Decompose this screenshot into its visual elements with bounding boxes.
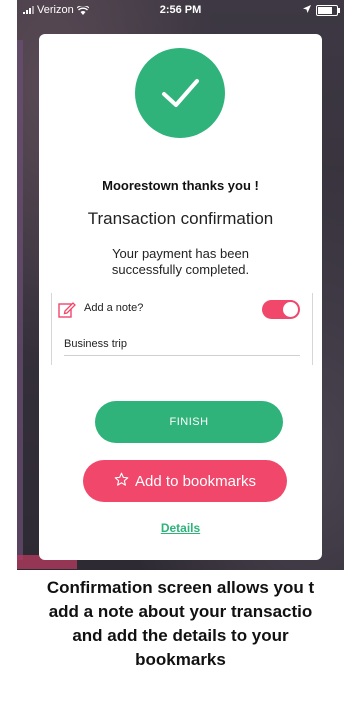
- confirmation-card: Moorestown thanks you ! Transaction conf…: [39, 34, 322, 560]
- caption-line-3: and add the details to your: [72, 626, 289, 645]
- status-right: [303, 4, 340, 16]
- edit-note-icon: [58, 301, 76, 323]
- note-label: Add a note?: [84, 302, 144, 314]
- caption-line-1: Confirmation screen allows you t: [46, 578, 315, 597]
- confirmation-message: Your payment has been successfully compl…: [111, 246, 250, 277]
- toggle-knob: [283, 302, 298, 317]
- note-section: Add a note?: [51, 293, 313, 365]
- note-input[interactable]: [64, 333, 300, 356]
- phone-screenshot: Verizon 2:56 PM Moorestown thanks you ! …: [17, 0, 344, 570]
- page-title: Transaction confirmation: [87, 209, 274, 228]
- caption-line-2: add a note about your transactio: [48, 602, 313, 621]
- bookmark-button-label: Add to bookmarks: [135, 472, 256, 490]
- finish-button[interactable]: FINISH: [95, 401, 283, 443]
- star-icon: [114, 472, 129, 491]
- thanks-text: Moorestown thanks you !: [102, 178, 259, 193]
- caption-line-4: bookmarks: [135, 650, 226, 669]
- caption: Confirmation screen allows you t add a n…: [0, 576, 361, 672]
- details-link[interactable]: Details: [39, 521, 322, 535]
- status-bar: Verizon 2:56 PM: [17, 0, 344, 20]
- note-toggle[interactable]: [262, 300, 300, 319]
- add-to-bookmarks-button[interactable]: Add to bookmarks: [83, 460, 287, 502]
- battery-icon: [316, 4, 340, 16]
- location-arrow-icon: [303, 4, 311, 16]
- success-check-icon: [135, 48, 225, 138]
- status-time: 2:56 PM: [159, 4, 202, 16]
